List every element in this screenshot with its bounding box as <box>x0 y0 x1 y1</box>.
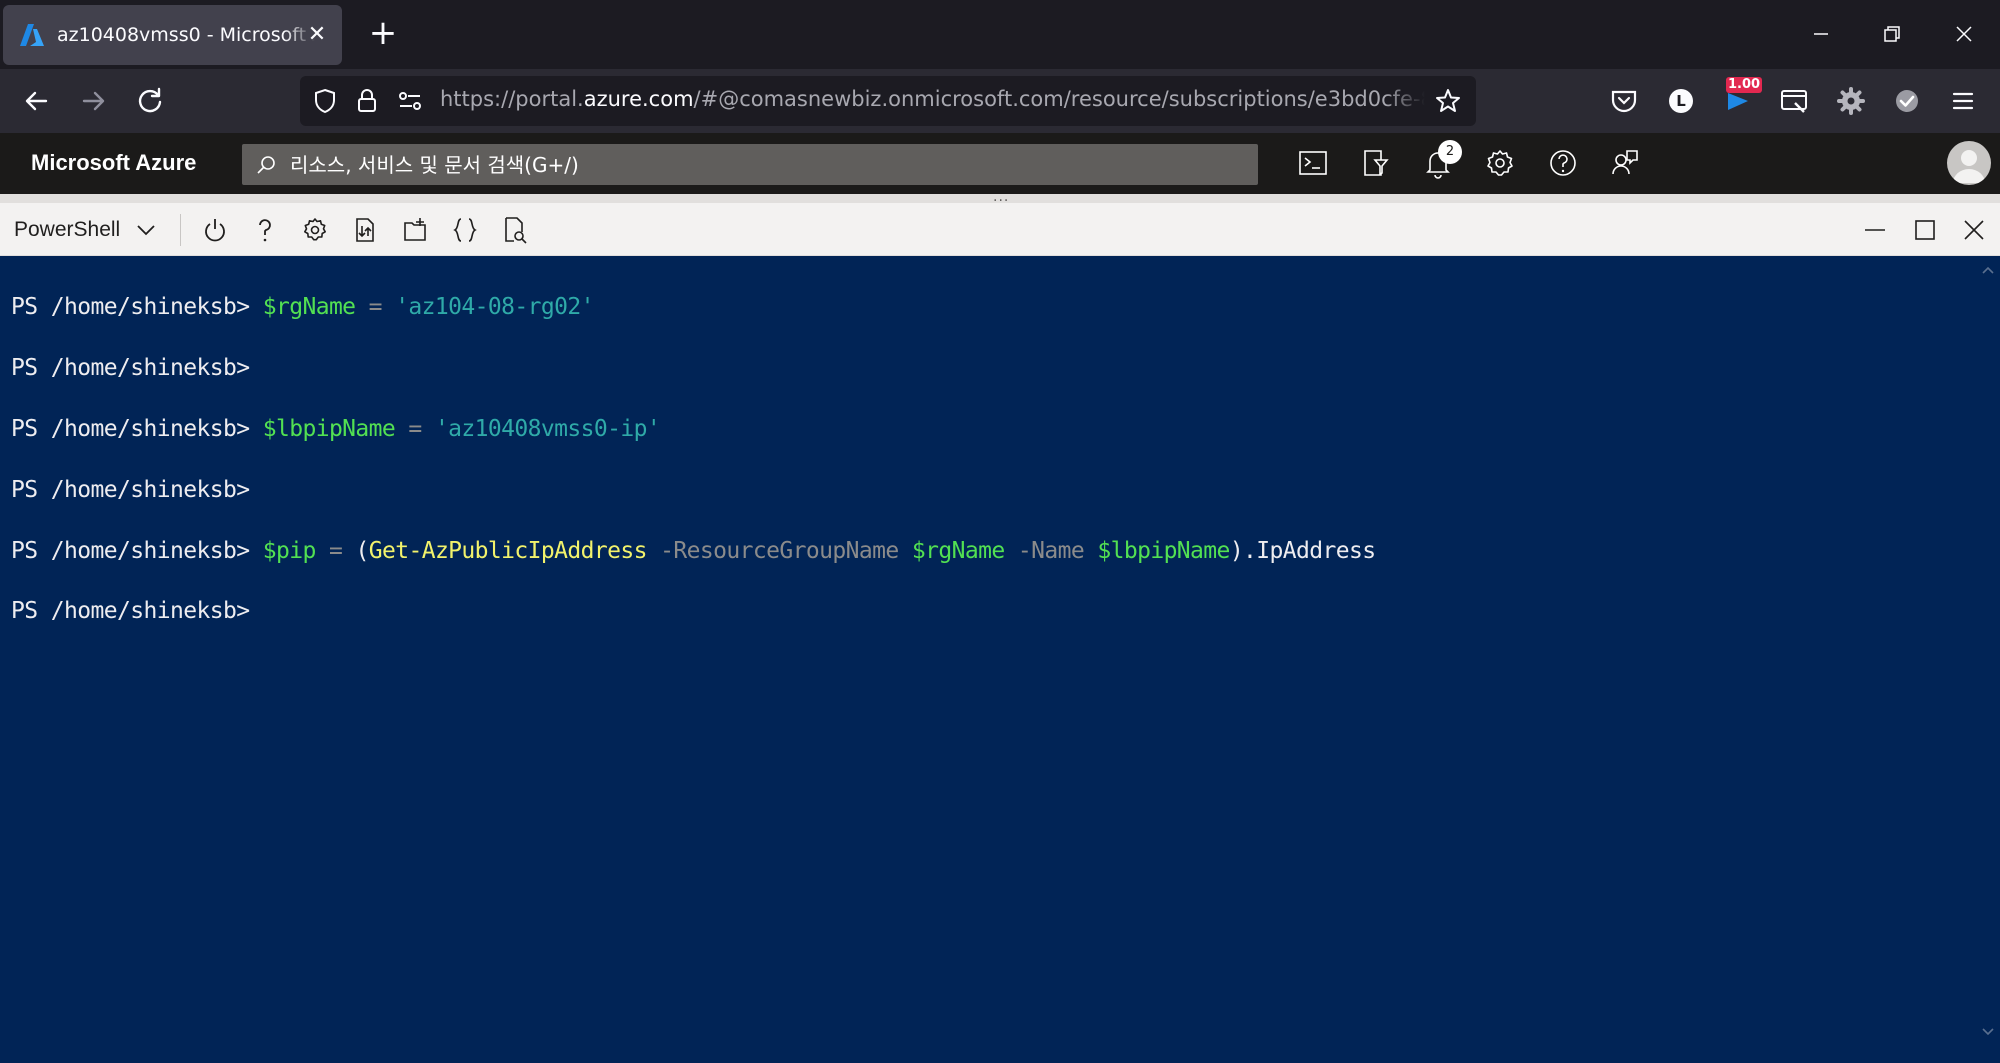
window-close-icon[interactable] <box>1944 14 1984 54</box>
operator-token: = <box>315 537 356 564</box>
extension-badge: 1.00 <box>1726 77 1763 93</box>
prompt: PS /home/shineksb> <box>11 355 263 382</box>
azure-logo-icon <box>20 24 44 46</box>
terminal-line: PS /home/shineksb> $pip = (Get-AzPublicI… <box>11 536 1376 566</box>
cmdlet-token: Get-AzPublicIpAddress <box>368 537 648 564</box>
prompt: PS /home/shineksb> <box>11 476 263 503</box>
address-bar[interactable]: https://portal.azure.com/#@comasnewbiz.o… <box>300 76 1476 126</box>
pocket-icon[interactable] <box>1603 80 1645 122</box>
cloud-shell-toolbar: PowerShell <box>0 203 2000 256</box>
checkmark-extension-icon[interactable] <box>1886 80 1928 122</box>
editor-braces-icon[interactable] <box>449 214 481 246</box>
open-new-session-icon[interactable] <box>399 214 431 246</box>
variable-token: $rgName <box>911 537 1005 564</box>
resize-grip: ... <box>993 189 1010 205</box>
tab-title: az10408vmss0 - Microsoft Azure <box>57 24 315 46</box>
paren-token: ( <box>355 537 369 564</box>
window-minimize-icon[interactable] <box>1801 14 1841 54</box>
window-restore-icon[interactable] <box>1872 14 1912 54</box>
shell-environment-select[interactable]: PowerShell <box>14 214 158 246</box>
variable-token: $lbpipName <box>262 416 396 443</box>
browser-nav-bar: https://portal.azure.com/#@comasnewbiz.o… <box>0 69 2000 133</box>
terminal-line: PS /home/shineksb> <box>11 475 1376 505</box>
string-token: 'az104-08-rg02' <box>395 294 594 321</box>
string-token: 'az10408vmss0-ip' <box>434 416 661 443</box>
azure-top-bar: Microsoft Azure 2 <box>0 133 2000 194</box>
account-avatar[interactable] <box>1947 141 1991 185</box>
notifications-button[interactable]: 2 <box>1418 140 1462 183</box>
back-arrow-icon[interactable] <box>16 80 58 122</box>
powershell-terminal[interactable]: PS /home/shineksb> $rgName = 'az104-08-r… <box>0 256 2000 1063</box>
parameter-token: -Name <box>1004 537 1098 564</box>
search-input[interactable] <box>290 144 1240 185</box>
search-icon <box>257 156 275 174</box>
terminal-line: PS /home/shineksb> <box>11 353 1376 383</box>
forward-arrow-icon[interactable] <box>72 80 114 122</box>
scroll-down-arrow-icon[interactable] <box>1978 1021 1998 1041</box>
permissions-icon[interactable] <box>396 87 424 115</box>
member-access-token: ).IpAddress <box>1229 537 1376 564</box>
variable-token: $rgName <box>262 294 356 321</box>
power-restart-icon[interactable] <box>199 214 231 246</box>
screenshot-extension-icon[interactable] <box>1773 80 1815 122</box>
toolbar-divider <box>180 214 181 246</box>
tab-close-icon[interactable]: ✕ <box>304 22 330 48</box>
help-question-icon[interactable] <box>249 214 281 246</box>
hamburger-menu-icon[interactable] <box>1942 80 1984 122</box>
shield-icon[interactable] <box>311 87 339 115</box>
variable-token: $lbpipName <box>1097 537 1230 564</box>
terminal-line: PS /home/shineksb> $rgName = 'az104-08-r… <box>11 292 1376 322</box>
chevron-down-icon <box>137 225 155 236</box>
bookmark-star-icon[interactable] <box>1434 87 1462 115</box>
profile-extension[interactable]: L <box>1660 80 1702 122</box>
operator-token: = <box>355 294 396 321</box>
profile-icon: L <box>1669 89 1693 113</box>
prompt: PS /home/shineksb> <box>11 416 263 443</box>
shell-maximize-icon[interactable] <box>1909 214 1941 246</box>
terminal-output: PS /home/shineksb> $rgName = 'az104-08-r… <box>11 262 1376 688</box>
azure-brand-link[interactable]: Microsoft Azure <box>31 150 196 176</box>
shell-resize-handle[interactable]: ... <box>0 189 2000 205</box>
terminal-line: PS /home/shineksb> $lbpipName = 'az10408… <box>11 414 1376 444</box>
operator-token: = <box>395 416 435 443</box>
shell-minimize-icon[interactable] <box>1859 214 1891 246</box>
prompt: PS /home/shineksb> <box>11 598 263 625</box>
url-domain: azure.com <box>583 87 694 111</box>
scroll-up-arrow-icon[interactable] <box>1978 260 1998 280</box>
notification-count-badge: 2 <box>1438 140 1462 164</box>
browser-tab-strip: az10408vmss0 - Microsoft Azure ✕ + <box>0 0 2000 69</box>
variable-token: $pip <box>262 537 317 564</box>
new-tab-button[interactable]: + <box>365 15 401 51</box>
lock-icon[interactable] <box>353 87 381 115</box>
help-icon[interactable] <box>1543 143 1583 183</box>
settings-gear-icon[interactable] <box>1480 143 1520 183</box>
prompt: PS /home/shineksb> <box>11 537 263 564</box>
prompt: PS /home/shineksb> <box>11 294 263 321</box>
shell-close-icon[interactable] <box>1958 214 1990 246</box>
terminal-line: PS /home/shineksb> <box>11 596 1376 626</box>
upload-download-icon[interactable] <box>349 214 381 246</box>
feedback-icon[interactable] <box>1605 143 1645 183</box>
cloud-shell-icon[interactable] <box>1293 143 1333 183</box>
url-text[interactable]: https://portal.azure.com/#@comasnewbiz.o… <box>440 87 1425 111</box>
directory-filter-icon[interactable] <box>1355 143 1395 183</box>
gear-extension-icon[interactable] <box>1830 80 1872 122</box>
environment-label: PowerShell <box>14 218 121 241</box>
global-search-box[interactable] <box>242 144 1258 185</box>
extension-with-badge[interactable]: 1.00 <box>1717 77 1763 122</box>
reload-icon[interactable] <box>129 80 171 122</box>
browser-tab-active[interactable]: az10408vmss0 - Microsoft Azure ✕ <box>3 5 342 65</box>
web-preview-icon[interactable] <box>499 214 531 246</box>
parameter-token: -ResourceGroupName <box>646 537 912 564</box>
url-prefix: https://portal. <box>440 87 584 111</box>
url-path: /#@comasnewbiz.onmicrosoft.com/resource/… <box>693 87 1425 111</box>
shell-settings-icon[interactable] <box>299 214 331 246</box>
user-avatar-icon <box>1953 150 1985 183</box>
